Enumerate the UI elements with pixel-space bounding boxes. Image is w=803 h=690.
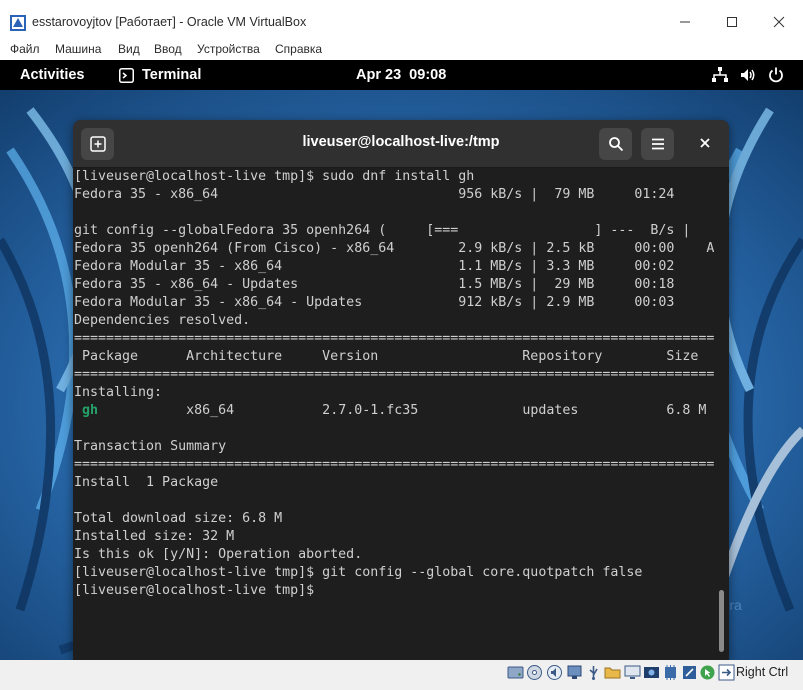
terminal-scrollbar[interactable] (717, 168, 725, 660)
terminal-output[interactable]: [liveuser@localhost-live tmp]$ sudo dnf … (74, 168, 714, 660)
search-icon (608, 137, 623, 152)
terminal-line: Fedora 35 openh264 (From Cisco) - x86_64… (74, 241, 714, 256)
package-row: gh x86_64 2.7.0-1.fc35 updates 6.8 M (74, 402, 714, 420)
terminal-line: Fedora 35 - x86_64 - Updates 1.5 MB/s | … (74, 277, 675, 292)
terminal-line: Fedora Modular 35 - x86_64 - Updates 912… (74, 295, 675, 310)
terminal-line: Install 1 Package (74, 475, 219, 490)
close-window-button[interactable] (756, 8, 802, 36)
virtualbox-status-bar: Right Ctrl (0, 660, 803, 690)
optical-drive-icon[interactable] (526, 664, 543, 681)
volume-icon[interactable] (739, 66, 757, 84)
terminal-line: Transaction Summary (74, 439, 227, 454)
terminal-window[interactable]: liveuser@localhost-live:/tmp [liveuser@l… (73, 120, 729, 660)
video-capture-icon[interactable] (643, 664, 660, 681)
terminal-separator: ========================================… (74, 367, 714, 382)
terminal-line: Fedora Modular 35 - x86_64 1.1 MB/s | 3.… (74, 259, 675, 274)
terminal-header-bar: liveuser@localhost-live:/tmp (73, 120, 729, 168)
terminal-line: Fedora 35 - x86_64 956 kB/s | 79 MB 01:2… (74, 187, 675, 202)
package-table-header: Package Architecture Version Repository … (74, 349, 699, 364)
host-key-label: Right Ctrl (736, 665, 789, 679)
audio-icon[interactable] (546, 664, 563, 681)
network-icon[interactable] (711, 66, 729, 84)
activities-button[interactable]: Activities (20, 67, 84, 83)
shared-folders-icon[interactable] (604, 664, 621, 681)
virtualbox-menu-bar: Файл Машина Вид Ввод Устройства Справка (0, 40, 803, 60)
hard-disk-icon[interactable] (507, 664, 524, 681)
minimize-button[interactable] (662, 8, 708, 36)
close-icon (700, 138, 710, 148)
power-icon[interactable] (767, 66, 785, 84)
maximize-button[interactable] (709, 8, 755, 36)
vm-screen[interactable]: edora Activities Terminal Apr 23 09:08 (0, 60, 803, 660)
menu-file[interactable]: Файл (10, 42, 40, 56)
terminal-line: Is this ok [y/N]: Operation aborted. (74, 547, 363, 562)
terminal-prompt: [liveuser@localhost-live tmp]$ (74, 583, 323, 598)
terminal-line: Total download size: 6.8 M (74, 511, 283, 526)
minimize-icon (680, 21, 690, 23)
terminal-icon (119, 67, 134, 83)
scrollbar-thumb[interactable] (719, 590, 724, 652)
package-details: x86_64 2.7.0-1.fc35 updates 6.8 M (98, 403, 707, 418)
virtualbox-title-bar: esstarovoyjtov [Работает] - Oracle VM Vi… (0, 0, 803, 40)
display-icon[interactable] (624, 664, 641, 681)
virtualbox-app-icon (10, 15, 26, 31)
vm-state-icon[interactable] (681, 664, 698, 681)
hamburger-menu-icon (651, 138, 664, 150)
terminal-line: [liveuser@localhost-live tmp]$ git confi… (74, 565, 643, 580)
menu-machine[interactable]: Машина (55, 42, 101, 56)
window-title: esstarovoyjtov [Работает] - Oracle VM Vi… (32, 15, 307, 29)
terminal-line: Installed size: 32 M (74, 529, 235, 544)
app-menu-terminal[interactable]: Terminal (119, 67, 201, 83)
menu-view[interactable]: Вид (118, 42, 140, 56)
hamburger-menu-button[interactable] (641, 128, 674, 160)
terminal-separator: ========================================… (74, 331, 714, 346)
usb-icon[interactable] (585, 664, 602, 681)
network-adapter-icon[interactable] (566, 664, 583, 681)
cpu-icon[interactable] (662, 664, 679, 681)
maximize-icon (727, 17, 737, 27)
terminal-line: Installing: (74, 385, 163, 400)
mouse-integration-icon[interactable] (699, 664, 716, 681)
terminal-close-button[interactable] (693, 131, 717, 155)
clock[interactable]: Apr 23 09:08 (356, 67, 446, 83)
terminal-line: git config --globalFedora 35 openh264 ( … (74, 223, 691, 238)
app-name: Terminal (142, 67, 202, 83)
search-button[interactable] (599, 128, 632, 160)
close-icon (773, 16, 785, 28)
terminal-line: [liveuser@localhost-live tmp]$ sudo dnf … (74, 169, 475, 184)
package-name: gh (82, 403, 99, 418)
host-key-arrow-icon[interactable] (718, 664, 735, 681)
menu-input[interactable]: Ввод (154, 42, 182, 56)
menu-devices[interactable]: Устройства (197, 42, 260, 56)
menu-help[interactable]: Справка (275, 42, 322, 56)
gnome-top-bar: Activities Terminal Apr 23 09:08 (0, 60, 803, 90)
terminal-line: Dependencies resolved. (74, 313, 251, 328)
terminal-separator: ========================================… (74, 457, 714, 472)
